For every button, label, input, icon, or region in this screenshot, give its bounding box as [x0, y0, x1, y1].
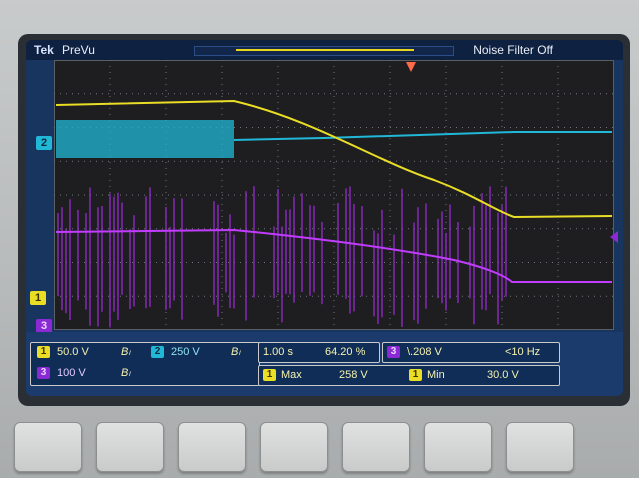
ch1-waveform — [55, 99, 613, 219]
softkey-6[interactable] — [424, 422, 492, 472]
meas2-label: Min — [427, 369, 445, 381]
trigger-frequency: <10 Hz — [505, 346, 541, 358]
trigger-readout: 3 \.208 V <10 Hz — [382, 342, 560, 363]
trigger-level-arrow — [610, 231, 618, 243]
ch3-chip: 3 — [37, 367, 50, 379]
ch2-chip: 2 — [151, 346, 164, 358]
meas2-chip: 1 — [409, 369, 422, 381]
ch3-bw-icon: Bₗ — [121, 367, 131, 379]
ch2-burst — [56, 120, 234, 158]
record-window-indicator — [236, 49, 414, 51]
status-bar: Tek PreVu Noise Filter Off — [26, 40, 623, 60]
softkey-5[interactable] — [342, 422, 410, 472]
readout-area: 1 50.0 V Bₗ 2 250 V Bₗ 3 100 V Bₗ 1.00 s… — [26, 332, 623, 396]
noise-filter-status: Noise Filter Off — [473, 43, 553, 57]
ch3-scale: 100 V — [57, 367, 86, 379]
meas1-chip: 1 — [263, 369, 276, 381]
ch1-chip: 1 — [37, 346, 50, 358]
oscilloscope-screen: Tek PreVu Noise Filter Off 2 1 3 1 50.0 … — [26, 40, 623, 396]
brand-logo: Tek — [34, 43, 54, 57]
channel-readouts: 1 50.0 V Bₗ 2 250 V Bₗ 3 100 V Bₗ — [30, 342, 260, 386]
ch1-bw-icon: Bₗ — [121, 346, 131, 358]
softkey-1[interactable] — [14, 422, 82, 472]
ch3-ground-marker[interactable]: 3 — [36, 319, 52, 333]
trigger-point-marker — [406, 62, 416, 72]
ch1-scale: 50.0 V — [57, 346, 89, 358]
time-per-div: 1.00 s — [263, 346, 293, 358]
ch2-bw-icon: Bₗ — [231, 346, 241, 358]
ch2-ground-marker[interactable]: 2 — [36, 136, 52, 150]
meas1-label: Max — [281, 369, 302, 381]
softkey-7[interactable] — [506, 422, 574, 472]
meas1-value: 258 V — [339, 369, 368, 381]
softkey-2[interactable] — [96, 422, 164, 472]
acquisition-mode: PreVu — [62, 43, 95, 57]
timebase-readout: 1.00 s 64.20 % — [258, 342, 380, 363]
ch3-envelope — [55, 228, 612, 283]
softkey-4[interactable] — [260, 422, 328, 472]
waveform-display — [54, 60, 614, 330]
ch1-ground-marker[interactable]: 1 — [30, 291, 46, 305]
measurement-readout: 1 Max 258 V 1 Min 30.0 V — [258, 365, 560, 386]
softkey-3[interactable] — [178, 422, 246, 472]
trigger-source-chip: 3 — [387, 346, 400, 358]
trigger-level: \.208 V — [407, 346, 442, 358]
meas2-value: 30.0 V — [487, 369, 519, 381]
ch2-waveform — [233, 131, 612, 141]
softkey-row — [0, 402, 639, 478]
trigger-position-bar — [194, 46, 454, 56]
graticule-grid — [54, 60, 614, 330]
ch2-scale: 250 V — [171, 346, 200, 358]
horizontal-position: 64.20 % — [325, 346, 366, 358]
